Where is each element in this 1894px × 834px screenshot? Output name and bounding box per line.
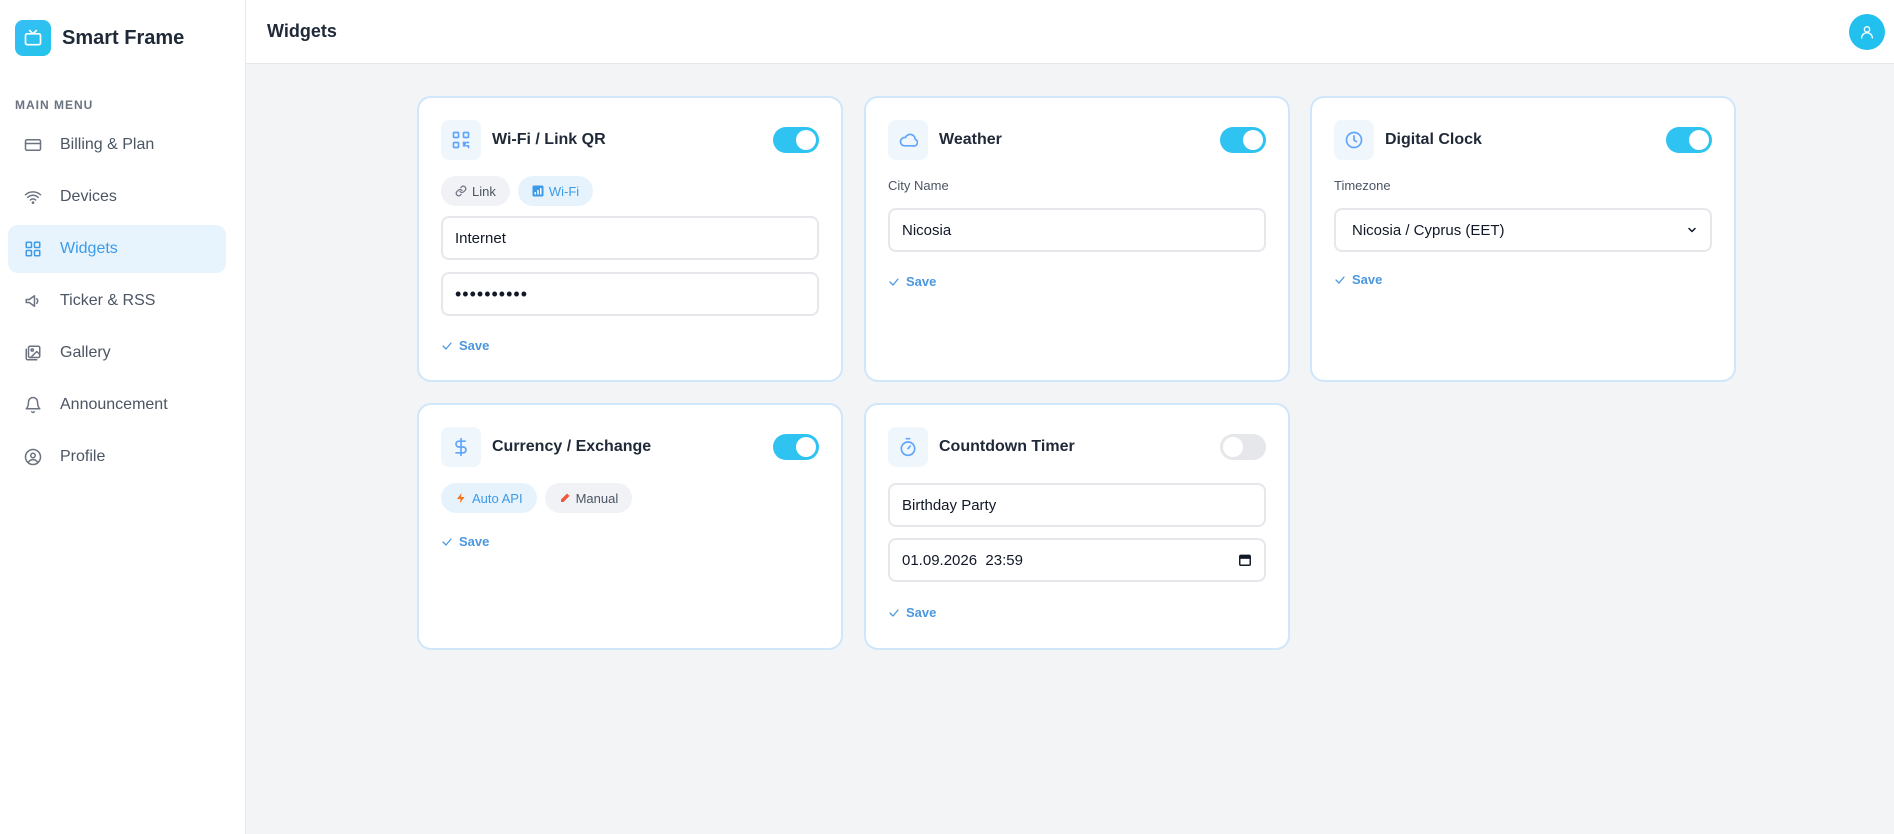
widget-title: Currency / Exchange [492, 438, 652, 455]
sidebar-item-label: Gallery [60, 344, 111, 361]
gallery-icon [22, 342, 44, 364]
sidebar-item-devices[interactable]: Devices [8, 173, 226, 221]
currency-enable-toggle[interactable] [773, 434, 819, 460]
credit-card-icon [22, 134, 44, 156]
menu-heading: MAIN MENU [15, 98, 94, 112]
signal-bars-icon [532, 185, 544, 197]
sidebar-item-ticker[interactable]: Ticker & RSS [8, 277, 226, 325]
bell-icon [22, 394, 44, 416]
sidebar-item-billing[interactable]: Billing & Plan [8, 121, 226, 169]
sidebar-item-widgets[interactable]: Widgets [8, 225, 226, 273]
avatar[interactable] [1849, 14, 1885, 50]
widget-card-currency: Currency / Exchange Auto API Manual Save [417, 403, 843, 650]
top-header: Widgets [246, 0, 1894, 64]
sidebar-item-label: Billing & Plan [60, 136, 155, 153]
widget-card-wifi: Wi-Fi / Link QR Link Wi-Fi Internet ••••… [417, 96, 843, 382]
password-input[interactable]: •••••••••• [441, 272, 819, 316]
save-button[interactable]: Save [888, 605, 936, 620]
countdown-enable-toggle[interactable] [1220, 434, 1266, 460]
widget-title: Wi-Fi / Link QR [492, 131, 606, 148]
city-label: City Name [888, 178, 949, 193]
mode-chip-wifi[interactable]: Wi-Fi [517, 176, 594, 206]
save-button[interactable]: Save [441, 338, 489, 353]
city-input[interactable]: Nicosia [888, 208, 1266, 252]
app-name: Smart Frame [62, 26, 185, 49]
chevron-down-icon [1686, 224, 1698, 236]
save-button[interactable]: Save [441, 534, 489, 549]
grid-icon [22, 238, 44, 260]
sidebar-item-label: Ticker & RSS [60, 292, 156, 309]
dollar-icon [441, 427, 481, 467]
sidebar-item-label: Announcement [60, 396, 168, 413]
timezone-label: Timezone [1334, 178, 1391, 193]
user-icon [1861, 26, 1873, 39]
check-icon [1334, 274, 1346, 286]
weather-enable-toggle[interactable] [1220, 127, 1266, 153]
main-nav: Billing & Plan Devices Widgets Ticker & … [8, 121, 226, 485]
stopwatch-icon [888, 427, 928, 467]
user-circle-icon [22, 446, 44, 468]
link-icon [455, 185, 467, 197]
widget-title: Countdown Timer [939, 438, 1075, 455]
brand[interactable]: Smart Frame [15, 20, 184, 56]
sidebar-item-profile[interactable]: Profile [8, 433, 226, 481]
mode-chip-auto-api[interactable]: Auto API [441, 483, 537, 513]
widget-card-clock: Digital Clock Timezone Nicosia / Cyprus … [1310, 96, 1736, 382]
megaphone-icon [22, 290, 44, 312]
lightning-icon [455, 492, 467, 504]
event-name-input[interactable]: Birthday Party [888, 483, 1266, 527]
check-icon [441, 340, 453, 352]
widget-title: Digital Clock [1385, 131, 1482, 148]
check-icon [441, 536, 453, 548]
widget-title: Weather [939, 131, 1002, 148]
datetime-input[interactable]: 01.09.2026 23:59 [888, 538, 1266, 582]
sidebar-item-gallery[interactable]: Gallery [8, 329, 226, 377]
sidebar-item-label: Devices [60, 188, 117, 205]
sidebar-item-announcement[interactable]: Announcement [8, 381, 226, 429]
wifi-enable-toggle[interactable] [773, 127, 819, 153]
sidebar-item-label: Widgets [60, 240, 118, 257]
cloud-icon [888, 120, 928, 160]
wifi-icon [22, 186, 44, 208]
page-title: Widgets [267, 21, 337, 41]
tv-icon [15, 20, 51, 56]
widget-card-weather: Weather City Name Nicosia Save [864, 96, 1290, 382]
sidebar: Smart Frame MAIN MENU Billing & Plan Dev… [0, 0, 246, 834]
mode-chip-manual[interactable]: Manual [544, 483, 633, 513]
qr-code-icon [441, 120, 481, 160]
calendar-icon[interactable] [1238, 553, 1252, 567]
mode-chip-link[interactable]: Link [441, 176, 510, 206]
widget-card-countdown: Countdown Timer Birthday Party 01.09.202… [864, 403, 1290, 650]
clock-icon [1334, 120, 1374, 160]
clock-enable-toggle[interactable] [1666, 127, 1712, 153]
check-icon [888, 607, 900, 619]
timezone-select[interactable]: Nicosia / Cyprus (EET) [1334, 208, 1712, 252]
ssid-input[interactable]: Internet [441, 216, 819, 260]
sidebar-item-label: Profile [60, 448, 106, 465]
save-button[interactable]: Save [1334, 272, 1382, 287]
check-icon [888, 276, 900, 288]
save-button[interactable]: Save [888, 274, 936, 289]
pencil-icon [559, 492, 571, 504]
